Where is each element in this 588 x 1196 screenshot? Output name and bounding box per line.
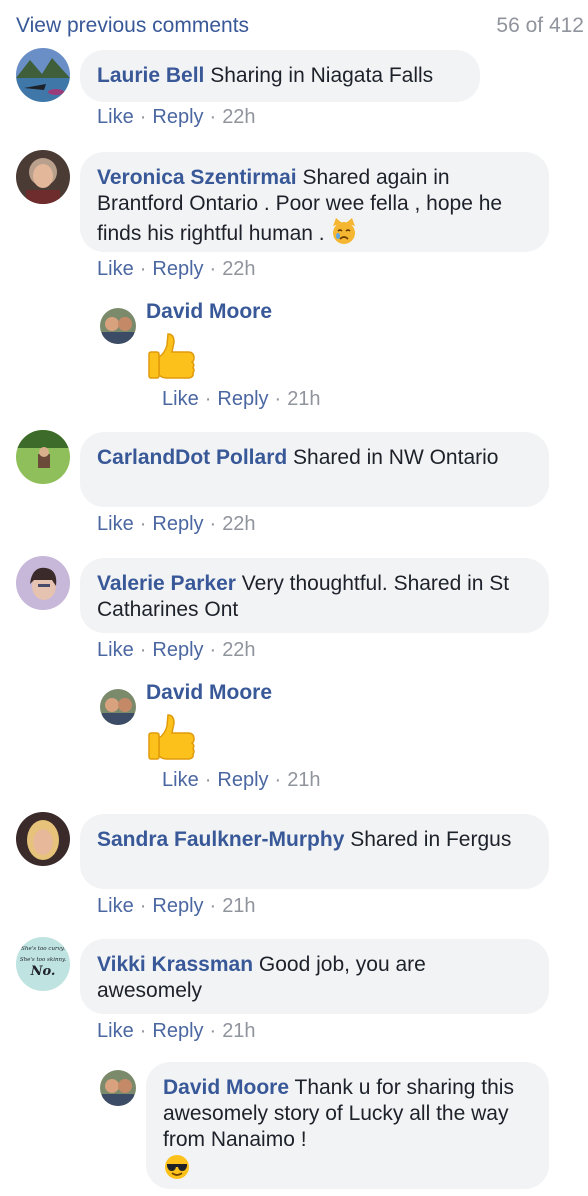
avatar-carlanddot-pollard[interactable] — [16, 430, 70, 484]
comment-bubble: CarlandDot Pollard Shared in NW Ontario — [80, 432, 549, 507]
sunglasses-emoji — [163, 1153, 191, 1181]
comment-author[interactable]: Laurie Bell — [97, 64, 204, 87]
like-button[interactable]: Like — [162, 388, 199, 410]
reply-author[interactable]: David Moore — [163, 1076, 289, 1099]
reply-button[interactable]: Reply — [152, 106, 203, 128]
comment-bubble: Valerie Parker Very thoughtful. Shared i… — [80, 558, 549, 633]
like-button[interactable]: Like — [97, 639, 134, 661]
reply-actions: Like · Reply · 21h — [162, 769, 321, 791]
reply-button[interactable]: Reply — [152, 258, 203, 280]
comment-timestamp[interactable]: 22h — [222, 513, 255, 535]
avatar-david-moore[interactable] — [100, 689, 136, 725]
reply-button[interactable]: Reply — [217, 388, 268, 410]
thumbs-up-emoji — [146, 711, 200, 765]
reply-author[interactable]: David Moore — [146, 681, 272, 705]
avatar-vikki-krassman[interactable]: She's too curvy. She's too skinny. No. — [16, 937, 70, 991]
crying-cat-emoji — [330, 217, 358, 245]
comment-timestamp[interactable]: 22h — [222, 639, 255, 661]
reply-author[interactable]: David Moore — [146, 300, 272, 324]
svg-text:No.: No. — [30, 964, 56, 979]
comment-actions: Like · Reply · 22h — [97, 639, 256, 661]
comment-timestamp[interactable]: 21h — [222, 1020, 255, 1042]
reply-bubble: David Moore Thank u for sharing this awe… — [146, 1062, 549, 1189]
svg-text:She's too curvy.: She's too curvy. — [21, 946, 65, 952]
view-previous-comments-link[interactable]: View previous comments — [16, 14, 249, 38]
reply-timestamp[interactable]: 21h — [287, 769, 320, 791]
avatar-valerie-parker[interactable] — [16, 556, 70, 610]
comment-actions: Like · Reply · 21h — [97, 1020, 256, 1042]
avatar-david-moore[interactable] — [100, 308, 136, 344]
reply-button[interactable]: Reply — [217, 769, 268, 791]
comments-header: View previous comments 56 of 412 — [16, 14, 584, 44]
reply-button[interactable]: Reply — [152, 1020, 203, 1042]
comment-timestamp[interactable]: 21h — [222, 895, 255, 917]
comment-author[interactable]: Veronica Szentirmai — [97, 166, 297, 189]
comment-timestamp[interactable]: 22h — [222, 106, 255, 128]
comment-author[interactable]: Vikki Krassman — [97, 953, 253, 976]
comment-actions: Like · Reply · 22h — [97, 258, 256, 280]
comment-bubble: Sandra Faulkner-Murphy Shared in Fergus — [80, 814, 549, 889]
reply-actions: Like · Reply · 21h — [162, 388, 321, 410]
comment-author[interactable]: Valerie Parker — [97, 572, 236, 595]
like-button[interactable]: Like — [97, 258, 134, 280]
comment-actions: Like · Reply · 22h — [97, 513, 256, 535]
svg-text:She's too skinny.: She's too skinny. — [20, 957, 67, 963]
comment-text: Shared in NW Ontario — [293, 446, 499, 469]
like-button[interactable]: Like — [97, 1020, 134, 1042]
comment-author[interactable]: Sandra Faulkner-Murphy — [97, 828, 344, 851]
reply-button[interactable]: Reply — [152, 513, 203, 535]
reply-button[interactable]: Reply — [152, 895, 203, 917]
comment-text: Shared in Fergus — [350, 828, 512, 851]
comment-timestamp[interactable]: 22h — [222, 258, 255, 280]
avatar-laurie-bell[interactable] — [16, 48, 70, 102]
reply-button[interactable]: Reply — [152, 639, 203, 661]
like-button[interactable]: Like — [162, 769, 199, 791]
like-button[interactable]: Like — [97, 895, 134, 917]
avatar-sandra-faulkner-murphy[interactable] — [16, 812, 70, 866]
reply-timestamp[interactable]: 21h — [287, 388, 320, 410]
comment-count: 56 of 412 — [496, 14, 584, 37]
comment-actions: Like · Reply · 21h — [97, 895, 256, 917]
comment-actions: Like · Reply · 22h — [97, 106, 256, 128]
comment-bubble: Vikki Krassman Good job, you are awesome… — [80, 939, 549, 1014]
like-button[interactable]: Like — [97, 513, 134, 535]
comment-author[interactable]: CarlandDot Pollard — [97, 446, 287, 469]
comment-bubble: Veronica Szentirmai Shared again in Bran… — [80, 152, 549, 252]
avatar-veronica-szentirmai[interactable] — [16, 150, 70, 204]
comment-text: Sharing in Niagata Falls — [210, 64, 434, 87]
avatar-david-moore[interactable] — [100, 1070, 136, 1106]
like-button[interactable]: Like — [97, 106, 134, 128]
comment-bubble: Laurie Bell Sharing in Niagata Falls — [80, 50, 480, 102]
thumbs-up-emoji — [146, 330, 200, 384]
